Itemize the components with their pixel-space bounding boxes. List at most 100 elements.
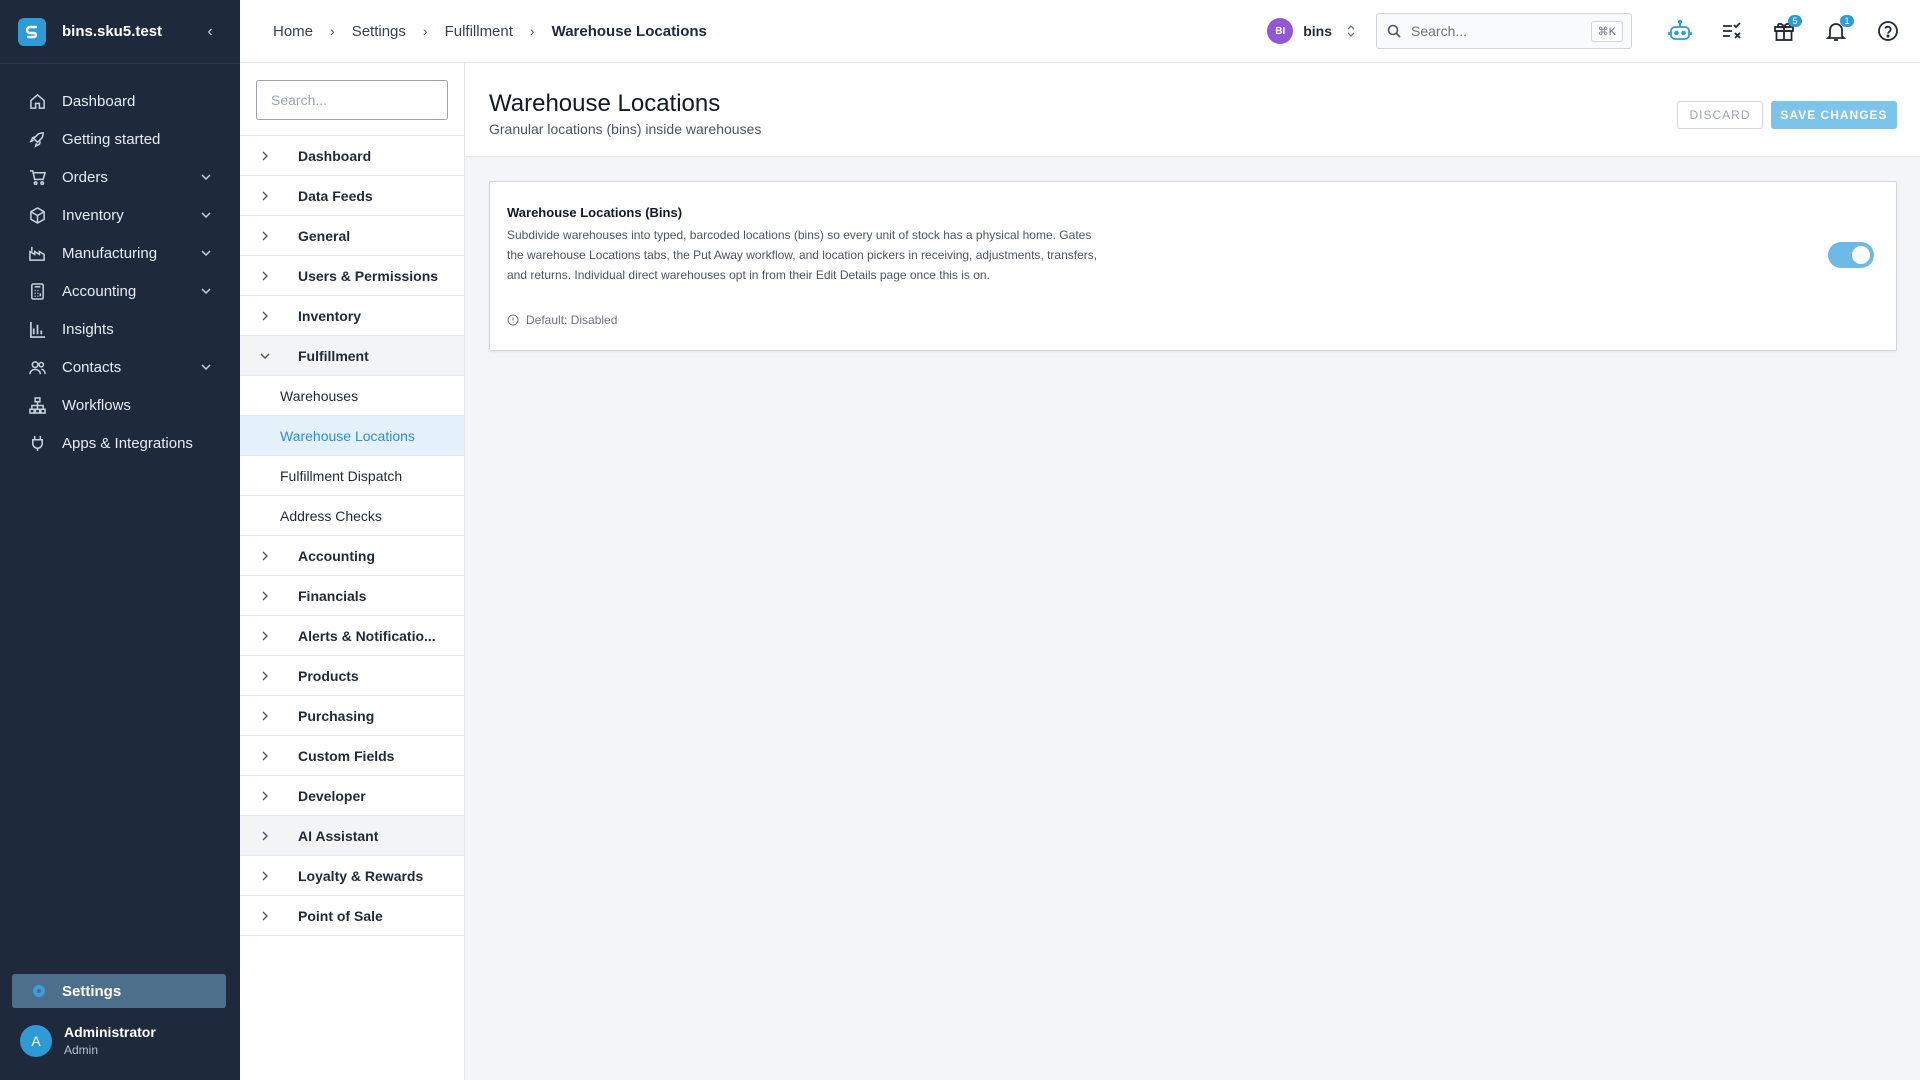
nav-item-label: Insights <box>62 320 114 338</box>
settings-item-products[interactable]: Products <box>240 656 464 696</box>
user-name: Administrator <box>64 1024 156 1040</box>
settings-item-dashboard[interactable]: Dashboard <box>240 136 464 176</box>
tasks-icon[interactable] <box>1718 17 1746 45</box>
settings-item-label: Data Feeds <box>298 187 373 204</box>
gift-icon[interactable]: 5 <box>1770 15 1802 45</box>
nav-item-label: Inventory <box>62 206 124 224</box>
setting-default-text: Default: Disabled <box>526 313 618 327</box>
chevron-down-icon <box>201 174 211 181</box>
nav-item-contacts[interactable]: Contacts <box>0 348 240 386</box>
settings-item-developer[interactable]: Developer <box>240 776 464 816</box>
chevron-right-icon <box>258 789 272 803</box>
settings-item-ai-assistant[interactable]: AI Assistant <box>240 816 464 856</box>
nav-item-label: Dashboard <box>62 92 136 110</box>
chevron-right-icon <box>258 749 272 763</box>
breadcrumb-fulfillment[interactable]: Fulfillment <box>445 23 513 40</box>
nav-item-apps-integrations[interactable]: Apps & Integrations <box>0 424 240 462</box>
nav-item-workflows[interactable]: Workflows <box>0 386 240 424</box>
chevron-right-icon <box>258 189 272 203</box>
nav-item-dashboard[interactable]: Dashboard <box>0 82 240 120</box>
workflow-icon <box>28 396 46 414</box>
warehouse-locations-toggle[interactable] <box>1828 242 1874 268</box>
breadcrumb-home[interactable]: Home <box>273 23 313 40</box>
settings-item-label: Inventory <box>298 307 362 324</box>
settings-search-placeholder: Search... <box>271 92 328 108</box>
chevron-down-icon <box>201 250 211 257</box>
settings-sidebar: Search... Dashboard Data Feeds General U… <box>240 63 465 1080</box>
settings-subitem-warehouse-locations[interactable]: Warehouse Locations <box>240 416 464 456</box>
bell-icon[interactable]: 1 <box>1822 15 1854 45</box>
setting-title: Warehouse Locations (Bins) <box>507 205 683 220</box>
sort-arrows-icon <box>1347 25 1355 37</box>
main-nav: bins.sku5.test ‹ Dashboard Getting start… <box>0 0 240 1080</box>
settings-item-users-permissions[interactable]: Users & Permissions <box>240 256 464 296</box>
settings-item-label: Loyalty & Rewards <box>298 867 424 884</box>
settings-item-label: Products <box>298 667 359 684</box>
chevron-right-icon <box>258 309 272 323</box>
chevron-right-icon: › <box>529 23 535 39</box>
settings-item-data-feeds[interactable]: Data Feeds <box>240 176 464 216</box>
settings-subitem-fulfillment-dispatch[interactable]: Fulfillment Dispatch <box>240 456 464 496</box>
nav-item-manufacturing[interactable]: Manufacturing <box>0 234 240 272</box>
nav-item-label: Apps & Integrations <box>62 434 193 452</box>
settings-subitem-warehouses[interactable]: Warehouses <box>240 376 464 416</box>
settings-item-alerts-notifications[interactable]: Alerts & Notificatio... <box>240 616 464 656</box>
settings-subitem-address-checks[interactable]: Address Checks <box>240 496 464 536</box>
global-search-placeholder: Search... <box>1411 23 1468 39</box>
nav-item-settings[interactable]: Settings <box>12 974 226 1008</box>
settings-item-label: AI Assistant <box>298 827 379 844</box>
settings-item-fulfillment[interactable]: Fulfillment <box>240 336 464 376</box>
settings-item-purchasing[interactable]: Purchasing <box>240 696 464 736</box>
settings-item-label: Developer <box>298 787 366 804</box>
settings-item-label: Fulfillment <box>298 347 369 364</box>
search-icon <box>1387 24 1401 38</box>
settings-item-label: Dashboard <box>298 147 372 164</box>
help-icon[interactable] <box>1874 17 1902 45</box>
nav-item-label: Getting started <box>62 130 161 148</box>
settings-item-label: Financials <box>298 587 367 604</box>
nav-item-inventory[interactable]: Inventory <box>0 196 240 234</box>
rocket-icon <box>28 130 46 148</box>
settings-item-loyalty-rewards[interactable]: Loyalty & Rewards <box>240 856 464 896</box>
chevron-right-icon <box>258 629 272 643</box>
nav-item-orders[interactable]: Orders <box>0 158 240 196</box>
settings-item-label: Custom Fields <box>298 747 395 764</box>
save-changes-button[interactable]: SAVE CHANGES <box>1771 101 1897 129</box>
settings-item-general[interactable]: General <box>240 216 464 256</box>
nav-item-label: Orders <box>62 168 108 186</box>
collapse-nav-icon[interactable]: ‹ <box>200 23 220 41</box>
gift-badge: 5 <box>1788 15 1802 27</box>
chevron-down-icon <box>201 364 211 371</box>
settings-item-label: Users & Permissions <box>298 267 439 284</box>
discard-button[interactable]: DISCARD <box>1677 101 1763 129</box>
org-switcher[interactable]: BI bins <box>1267 18 1356 44</box>
top-bar: Home › Settings › Fulfillment › Warehous… <box>240 0 1920 63</box>
ai-assistant-icon[interactable] <box>1666 17 1694 45</box>
chevron-right-icon: › <box>422 23 428 39</box>
settings-search-input[interactable]: Search... <box>256 80 448 120</box>
settings-item-custom-fields[interactable]: Custom Fields <box>240 736 464 776</box>
chevron-right-icon <box>258 669 272 683</box>
tenant-name: bins.sku5.test <box>62 23 163 40</box>
chevron-right-icon <box>258 909 272 923</box>
avatar: A <box>20 1024 52 1057</box>
page-header: Warehouse Locations Granular locations (… <box>465 63 1920 157</box>
settings-item-inventory[interactable]: Inventory <box>240 296 464 336</box>
nav-item-getting-started[interactable]: Getting started <box>0 120 240 158</box>
settings-tree: Dashboard Data Feeds General Users & Per… <box>240 135 464 936</box>
settings-item-financials[interactable]: Financials <box>240 576 464 616</box>
app-logo-icon[interactable] <box>18 17 46 46</box>
breadcrumb-settings[interactable]: Settings <box>352 23 406 40</box>
home-icon <box>28 92 46 110</box>
nav-item-accounting[interactable]: Accounting <box>0 272 240 310</box>
setting-card: Warehouse Locations (Bins) Subdivide war… <box>489 181 1897 351</box>
nav-item-insights[interactable]: Insights <box>0 310 240 348</box>
settings-item-accounting[interactable]: Accounting <box>240 536 464 576</box>
user-menu[interactable]: A Administrator Admin <box>20 1024 156 1057</box>
chevron-down-icon <box>258 349 272 363</box>
global-search-input[interactable]: Search... ⌘K <box>1376 13 1632 49</box>
nav-list: Dashboard Getting started Orders Invento… <box>0 64 240 462</box>
user-text: Administrator Admin <box>64 1024 156 1057</box>
settings-item-point-of-sale[interactable]: Point of Sale <box>240 896 464 936</box>
toggle-knob <box>1852 246 1870 264</box>
